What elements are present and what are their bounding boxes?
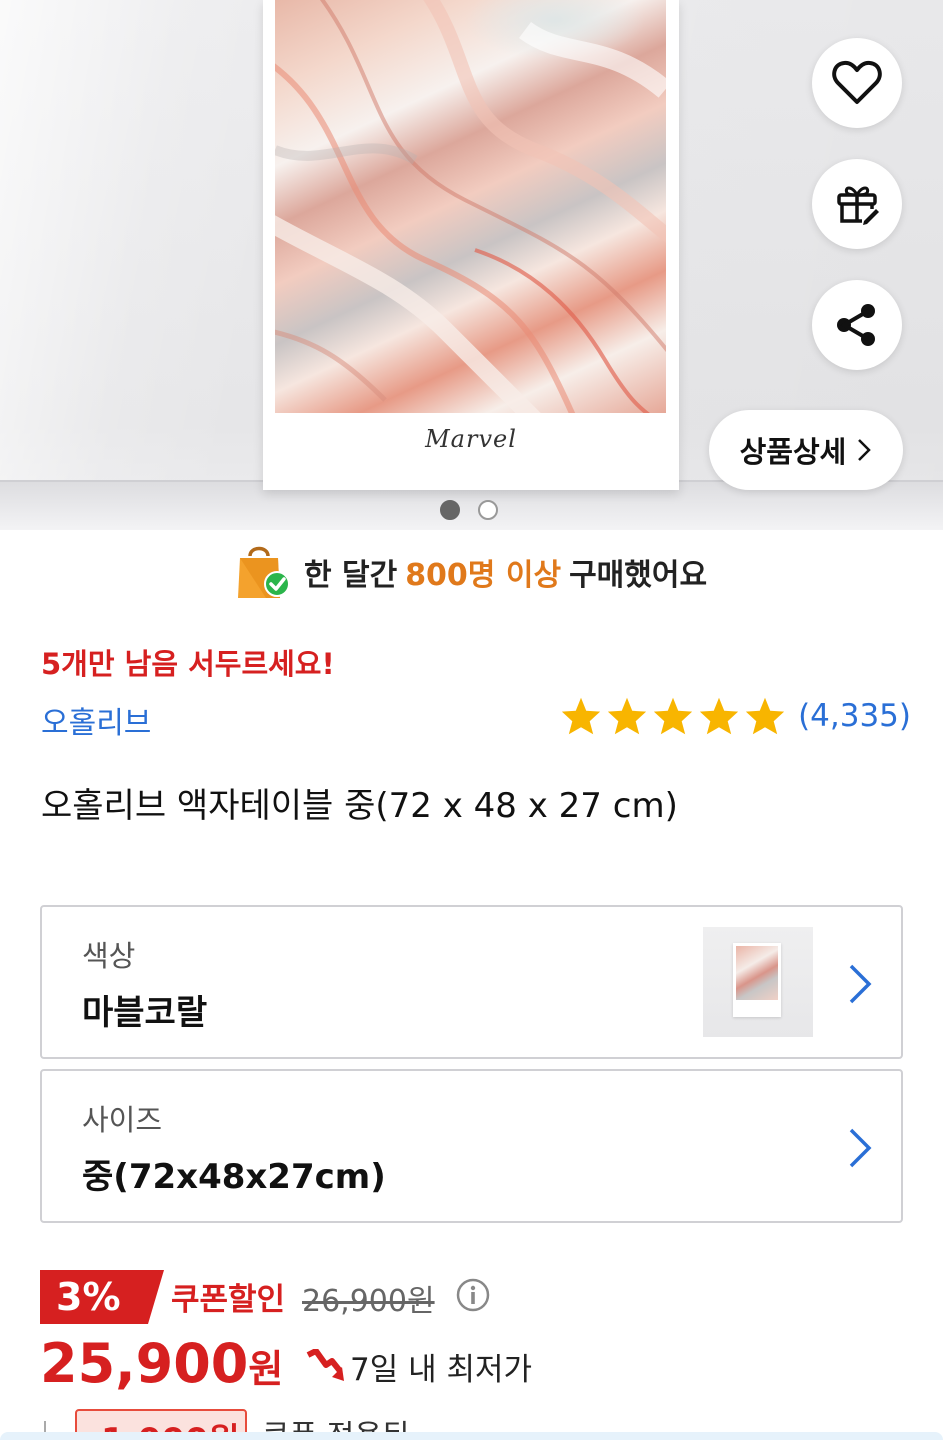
purchase-count-banner: 한 달간 800명 이상 구매했어요 [0, 540, 943, 604]
chevron-right-icon [858, 439, 872, 461]
product-frame: Marvel [263, 0, 679, 490]
pager-dot[interactable] [478, 500, 498, 520]
star-icon [653, 697, 693, 735]
option-value: 중(72x48x27cm) [82, 1157, 386, 1197]
product-title: 오홀리브 액자테이블 중(72 x 48 x 27 cm) [41, 786, 678, 826]
final-price-currency: 원 [248, 1347, 284, 1391]
shopping-bag-check-icon [236, 544, 292, 600]
original-price: 26,900원 [302, 1284, 435, 1319]
carousel-pager [440, 500, 498, 520]
product-detail-button[interactable]: 상품상세 [709, 410, 903, 490]
size-option-selector[interactable]: 사이즈 중(72x48x27cm) [40, 1069, 903, 1223]
star-icon [607, 697, 647, 735]
rating-summary[interactable]: (4,335) [560, 696, 911, 736]
review-count: (4,335) [798, 698, 911, 734]
option-label: 색상 [82, 939, 136, 973]
lowest-price-label: 7일 내 최저가 [350, 1352, 533, 1388]
share-button[interactable] [812, 280, 902, 370]
stock-notice: 5개만 남음 서두르세요! [41, 647, 335, 681]
star-icon [699, 697, 739, 735]
pager-dot-active[interactable] [440, 500, 460, 520]
info-icon[interactable] [456, 1278, 490, 1312]
purchase-highlight: 800명 이상 [405, 558, 562, 593]
gift-icon [837, 186, 879, 225]
purchase-prefix: 한 달간 [303, 558, 398, 593]
trend-down-arrow-icon [306, 1348, 344, 1381]
product-image-carousel[interactable]: Marvel 상품상세 [0, 0, 943, 530]
artwork-signature: Marvel [425, 425, 517, 453]
share-icon [837, 304, 875, 346]
star-icon [745, 697, 785, 735]
color-thumbnail [703, 927, 813, 1037]
star-icon [561, 697, 601, 735]
lowest-price-indicator: 7일 내 최저가 [306, 1344, 532, 1389]
chevron-right-icon [849, 964, 872, 1004]
coupon-discount-label: 쿠폰할인 [171, 1282, 286, 1318]
heart-icon [832, 60, 882, 104]
option-value: 마블코랄 [82, 993, 208, 1033]
option-label: 사이즈 [82, 1103, 163, 1137]
purchase-suffix: 구매했어요 [569, 558, 708, 593]
final-price-value: 25,900 [40, 1332, 249, 1395]
brand-link[interactable]: 오홀리브 [41, 698, 151, 742]
gift-button[interactable] [812, 159, 902, 249]
final-price: 25,900원 [40, 1332, 283, 1395]
color-option-selector[interactable]: 색상 마블코랄 [40, 905, 903, 1059]
wishlist-button[interactable] [812, 38, 902, 128]
bottom-sheet-edge [0, 1432, 943, 1440]
discount-rate: 3% [56, 1275, 121, 1319]
chevron-right-icon [849, 1128, 872, 1168]
product-detail-label: 상품상세 [739, 435, 847, 469]
discount-badge: 3% [40, 1270, 164, 1324]
marble-artwork [275, 0, 666, 413]
rating-stars [560, 696, 786, 736]
